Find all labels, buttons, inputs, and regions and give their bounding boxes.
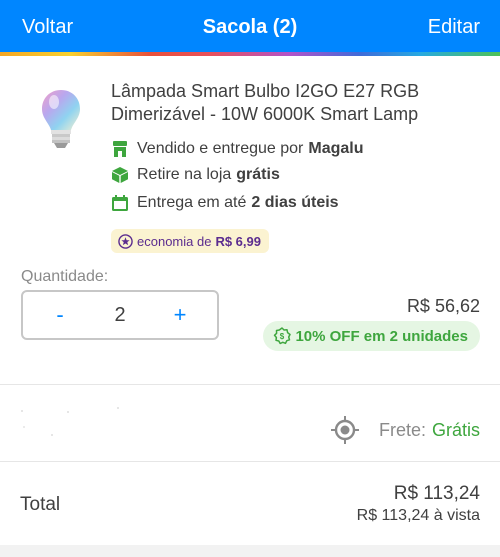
top-bar: Voltar Sacola (2) Editar	[0, 0, 500, 56]
brand-stripe	[0, 52, 500, 56]
shipping-row[interactable]: Frete: Grátis	[329, 414, 480, 446]
calendar-icon	[112, 195, 128, 211]
location-target-icon	[330, 416, 359, 444]
pickup-value: grátis	[236, 166, 280, 183]
delivery-prefix: Entrega em até	[137, 194, 247, 211]
quantity-stepper: 2 - +	[21, 290, 219, 340]
svg-text:$: $	[280, 332, 285, 341]
bottom-bar	[0, 545, 500, 557]
smart-bulb-image[interactable]	[40, 88, 82, 152]
faint-dots	[21, 407, 119, 436]
delivery-info: Entrega em até 2 dias úteis	[111, 192, 339, 214]
discount-tag-icon: $	[274, 327, 292, 345]
increase-quantity-button[interactable]: +	[155, 292, 205, 338]
pickup-info: Retire na loja grátis	[111, 164, 280, 186]
back-button[interactable]: Voltar	[22, 16, 73, 39]
package-icon	[112, 167, 128, 183]
divider	[0, 461, 500, 462]
item-price: R$ 56,62	[406, 296, 480, 316]
total-cash-value: R$ 113,24 à vista	[356, 507, 480, 524]
store-icon	[113, 141, 127, 157]
savings-badge: economia de R$ 6,99	[111, 229, 269, 253]
page-title: Sacola (2)	[202, 16, 298, 38]
discount-badge: $ 10% OFF em 2 unidades	[263, 321, 480, 351]
seller-info: Vendido e entregue por Magalu	[111, 138, 363, 160]
delivery-value: 2 dias úteis	[251, 194, 339, 211]
edit-button[interactable]: Editar	[428, 16, 480, 39]
star-icon	[118, 233, 133, 249]
quantity-label: Quantidade:	[21, 268, 109, 285]
discount-label: 10% OFF em 2 unidades	[295, 327, 468, 345]
shipping-value: Grátis	[431, 419, 480, 440]
decrease-quantity-button[interactable]: -	[35, 292, 85, 338]
seller-name: Magalu	[308, 140, 364, 157]
product-name[interactable]: Lâmpada Smart Bulbo I2GO E27 RGB Dimeriz…	[111, 80, 481, 126]
savings-value: R$ 6,99	[215, 233, 261, 249]
savings-prefix: economia de	[137, 233, 212, 249]
seller-prefix: Vendido e entregue por	[137, 140, 304, 157]
total-label: Total	[20, 494, 61, 515]
total-value: R$ 113,24	[393, 483, 480, 504]
pickup-prefix: Retire na loja	[137, 166, 232, 183]
divider	[0, 384, 500, 385]
shipping-label: Frete:	[378, 419, 426, 440]
